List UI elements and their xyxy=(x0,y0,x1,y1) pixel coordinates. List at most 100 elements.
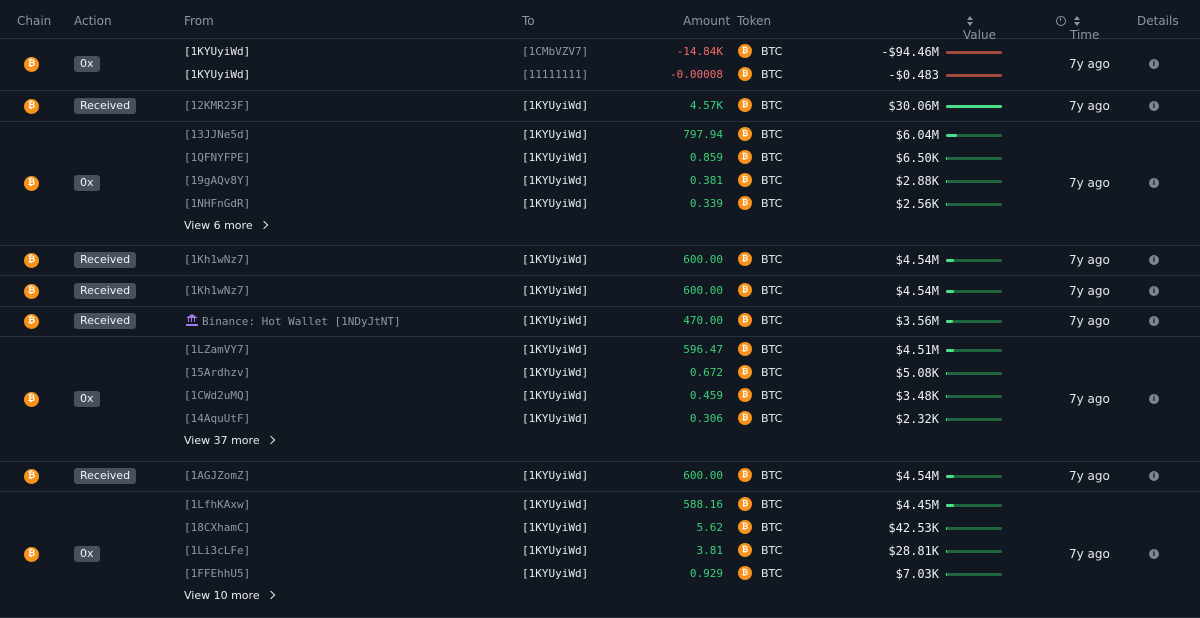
usd-value: $30.06M xyxy=(888,98,939,113)
value-bar-fill xyxy=(946,259,955,262)
info-icon[interactable]: i xyxy=(1149,285,1159,296)
to-address-link[interactable]: [1KYUyiWd] xyxy=(522,128,588,141)
token-symbol: BTC xyxy=(761,469,783,482)
view-more-button[interactable]: View 6 more xyxy=(184,219,268,232)
from-address-link[interactable]: [19gAQv8Y] xyxy=(184,174,250,187)
value-bar-fill xyxy=(946,550,948,553)
usd-value: $6.04M xyxy=(895,128,939,142)
time-ago: 7y ago xyxy=(1069,391,1110,406)
view-more-button[interactable]: View 10 more xyxy=(184,589,275,602)
action-badge: Received xyxy=(74,97,137,114)
info-icon[interactable]: i xyxy=(1149,100,1159,111)
from-address-link[interactable]: Binance: Hot Wallet [1NDyJtNT] xyxy=(186,314,401,328)
action-badge: 0x xyxy=(74,175,100,191)
amount-value: 596.47 xyxy=(683,343,723,356)
time-ago: 7y ago xyxy=(1069,176,1110,190)
info-icon[interactable]: i xyxy=(1149,59,1159,69)
to-address-link[interactable]: [1KYUyiWd] xyxy=(522,412,588,425)
from-address-link[interactable]: [15Ardhzv] xyxy=(184,366,250,379)
action-badge: Received xyxy=(74,252,137,268)
info-icon[interactable]: i xyxy=(1149,549,1159,559)
from-address-link[interactable]: [1LZamVY7] xyxy=(184,343,250,356)
to-address-link[interactable]: [1CMbVZV7] xyxy=(522,45,588,58)
to-address-link[interactable]: [1KYUyiWd] xyxy=(522,521,588,534)
token-symbol: BTC xyxy=(761,412,783,425)
to-address-link[interactable]: [1KYUyiWd] xyxy=(522,253,588,266)
chevron-right-icon xyxy=(266,435,275,445)
from-address-link[interactable]: [12KMR23F] xyxy=(184,99,250,112)
view-more-button[interactable]: View 37 more xyxy=(184,434,275,447)
chain-btc-icon: ₿ xyxy=(24,314,39,329)
from-address-link[interactable]: [14AquUtF] xyxy=(184,412,250,425)
from-address-link[interactable]: [1KYUyiWd] xyxy=(184,45,250,58)
token-symbol: BTC xyxy=(761,197,783,210)
value-bar-fill xyxy=(946,372,948,375)
from-address-link[interactable]: [1CWd2uMQ] xyxy=(184,389,250,402)
info-icon[interactable]: i xyxy=(1149,471,1159,481)
from-address-link[interactable]: [1NHFnGdR] xyxy=(184,197,250,210)
value-bar-fill xyxy=(946,475,955,478)
info-icon[interactable]: i xyxy=(1149,178,1159,188)
value-bar xyxy=(946,180,1002,183)
value-bar xyxy=(946,203,1002,206)
value-sort-button[interactable]: Value xyxy=(963,14,996,42)
info-icon[interactable]: i xyxy=(1149,393,1159,404)
value-bar-fill xyxy=(946,74,1002,77)
to-address-link[interactable]: [1KYUyiWd] xyxy=(522,469,588,482)
value-bar-fill xyxy=(946,418,948,421)
chain-btc-icon: ₿ xyxy=(24,283,39,299)
time-ago: 7y ago xyxy=(1069,57,1110,71)
value-bar-fill xyxy=(946,203,948,206)
to-address-link[interactable]: [1KYUyiWd] xyxy=(522,284,588,297)
chain-btc-icon: ₿ xyxy=(24,547,39,562)
from-address-link[interactable]: [1Kh1wNz7] xyxy=(184,284,250,297)
value-bar-fill xyxy=(946,134,958,137)
value-bar-fill xyxy=(946,157,948,160)
from-address-link[interactable]: [1Kh1wNz7] xyxy=(184,253,250,266)
amount-value: 5.62 xyxy=(696,521,724,534)
to-address-link[interactable]: [1KYUyiWd] xyxy=(522,389,588,402)
to-address-link[interactable]: [1KYUyiWd] xyxy=(522,314,588,327)
to-address-link[interactable]: [1KYUyiWd] xyxy=(522,498,588,511)
token-symbol: BTC xyxy=(761,343,783,356)
to-address-link[interactable]: [1KYUyiWd] xyxy=(522,151,588,164)
table-row: ₿ Received [12KMR23F] [1KYUyiWd] 4.57K ₿ BTC $3… xyxy=(0,90,1200,122)
to-address-link[interactable]: [1KYUyiWd] xyxy=(522,343,588,356)
btc-token-icon: ₿ xyxy=(738,44,752,58)
table-row: ₿ 0x [1LZamVY7] [1KYUyiWd] 596.47 ₿ BTC $4.51M [… xyxy=(0,336,1200,462)
info-icon[interactable]: i xyxy=(1149,255,1159,265)
value-bar xyxy=(946,259,1002,262)
to-address-link[interactable]: [1KYUyiWd] xyxy=(522,197,588,210)
from-address-link[interactable]: [13JJNe5d] xyxy=(184,128,250,141)
to-address-link[interactable]: [1KYUyiWd] xyxy=(522,99,588,112)
btc-token-icon: ₿ xyxy=(738,313,752,327)
time-sort-button[interactable]: Time xyxy=(1056,14,1099,42)
usd-value: $4.51M xyxy=(895,343,939,357)
amount-value: 600.00 xyxy=(683,283,723,297)
from-address-link[interactable]: [1Li3cLFe] xyxy=(184,544,250,557)
to-address-link[interactable]: [11111111] xyxy=(522,68,588,81)
to-address-link[interactable]: [1KYUyiWd] xyxy=(522,544,588,557)
value-bar xyxy=(946,289,1002,293)
from-address-link[interactable]: [1KYUyiWd] xyxy=(184,68,250,81)
amount-value: 588.16 xyxy=(683,498,723,511)
from-address-link[interactable]: [1FFEhhU5] xyxy=(184,567,250,580)
btc-token-icon: ₿ xyxy=(738,127,752,141)
info-icon[interactable]: i xyxy=(1149,316,1159,326)
to-address-link[interactable]: [1KYUyiWd] xyxy=(522,174,588,187)
table-row: ₿ Received [1AGJZomZ] [1KYUyiWd] 600.00 ₿ BTC $… xyxy=(0,461,1200,492)
to-address-link[interactable]: [1KYUyiWd] xyxy=(522,567,588,580)
btc-token-icon: ₿ xyxy=(738,173,752,187)
from-address-link[interactable]: [1QFNYFPE] xyxy=(184,151,250,164)
amount-value: 3.81 xyxy=(696,544,724,557)
from-address-link[interactable]: [1AGJZomZ] xyxy=(184,469,250,482)
value-bar-fill xyxy=(946,180,948,183)
from-address-link[interactable]: [18CXhamC] xyxy=(184,521,250,534)
to-address-link[interactable]: [1KYUyiWd] xyxy=(522,366,588,379)
btc-token-icon: ₿ xyxy=(738,566,752,580)
usd-value: $2.56K xyxy=(895,197,939,211)
amount-value: 600.00 xyxy=(683,253,723,266)
token-symbol: BTC xyxy=(761,68,783,81)
from-address-link[interactable]: [1LfhKAxw] xyxy=(184,498,250,511)
value-bar-fill xyxy=(946,573,948,576)
